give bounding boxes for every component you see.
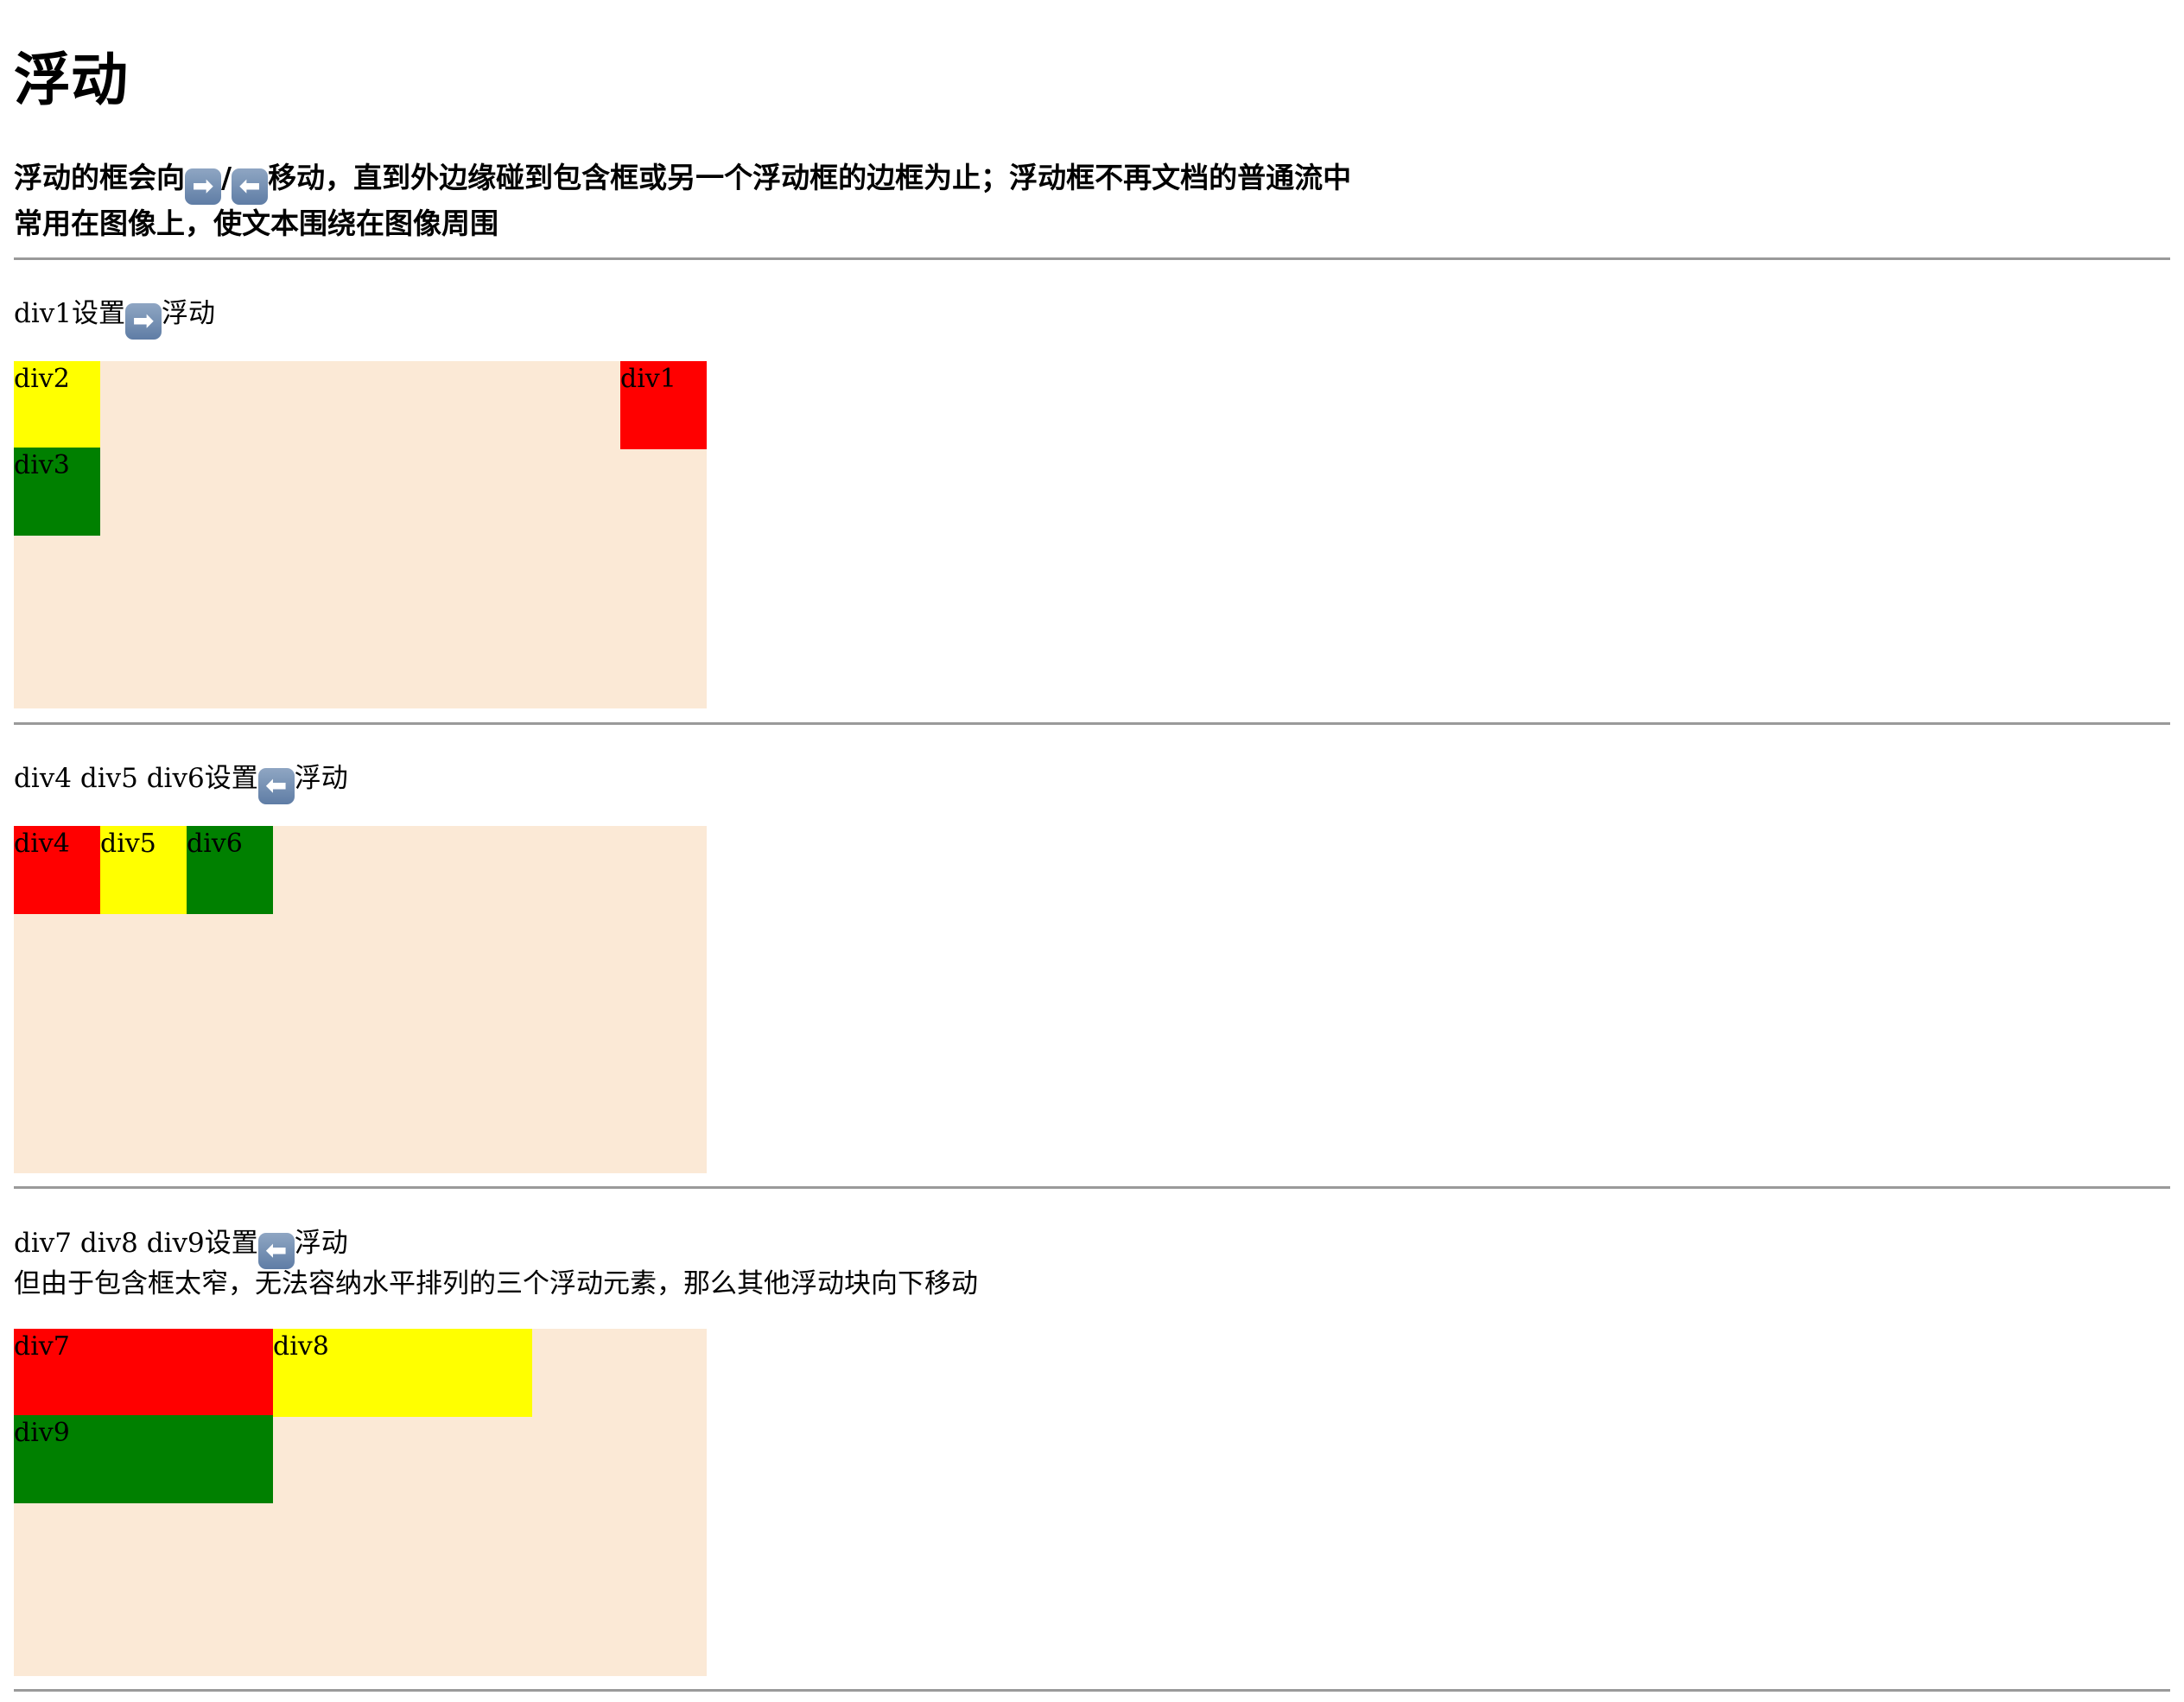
section1-caption-b: 浮动 [162, 298, 215, 329]
section2-caption-a: div4 div5 div6设置 [14, 763, 258, 794]
arrow-left-icon: ⬅ [257, 768, 295, 804]
page: 浮动 浮动的框会向 ➡ / ⬅ 移动，直到外边缘碰到包含框或另一个浮动框的边框为止；浮动… [0, 0, 2184, 1702]
intro-slash: / [221, 161, 232, 194]
intro-line-1: 浮动的框会向 ➡ / ⬅ 移动，直到外边缘碰到包含框或另一个浮动框的边框为止；浮动框不再… [14, 156, 1351, 205]
div9-box: div9 [14, 1415, 273, 1503]
section1-container: div2 div3 div1 [14, 361, 707, 708]
intro-line-2: 常用在图像上，使文本围绕在图像周围 [14, 206, 498, 240]
section3-caption-a: div7 div8 div9设置 [14, 1228, 258, 1259]
section3-container: div7 div8 div9 [14, 1329, 707, 1676]
divider-3 [14, 1186, 2170, 1189]
divider-2 [14, 722, 2170, 725]
section2-caption: div4 div5 div6设置 ⬅ 浮动 [14, 758, 348, 804]
intro-text-b: 移动，直到外边缘碰到包含框或另一个浮动框的边框为止；浮动框不再文档的普通流中 [268, 161, 1352, 194]
div2-box: div2 [14, 361, 100, 449]
page-title: 浮动 [14, 46, 128, 113]
div7-box: div7 [14, 1329, 273, 1417]
section3-caption: div7 div8 div9设置 ⬅ 浮动 [14, 1223, 348, 1269]
arrow-right-icon: ➡ [125, 303, 162, 340]
arrow-left-icon: ⬅ [232, 168, 269, 205]
div1-box: div1 [620, 361, 707, 449]
section2-caption-b: 浮动 [294, 763, 348, 794]
div3-box: div3 [14, 448, 100, 536]
intro-text-a: 浮动的框会向 [14, 161, 185, 194]
arrow-right-icon: ➡ [185, 168, 221, 205]
section3-caption-b: 浮动 [294, 1228, 348, 1259]
div6-box: div6 [187, 826, 273, 914]
div8-box: div8 [273, 1329, 532, 1417]
section1-caption-a: div1设置 [14, 298, 125, 329]
div4-box: div4 [14, 826, 100, 914]
section2-container: div4 div5 div6 [14, 826, 707, 1173]
div5-box: div5 [100, 826, 187, 914]
section1-caption: div1设置 ➡ 浮动 [14, 293, 215, 340]
section3-note: 但由于包含框太窄，无法容纳水平排列的三个浮动元素，那么其他浮动块向下移动 [14, 1268, 978, 1299]
divider-1 [14, 257, 2170, 260]
divider-4 [14, 1689, 2170, 1692]
